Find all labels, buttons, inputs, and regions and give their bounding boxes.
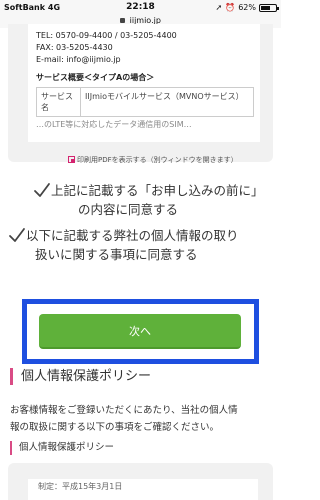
agreement-2[interactable]: 以下に記載する弊社の個人情報の取り 扱いに関する事項に同意する <box>0 226 281 264</box>
checkmark-icon <box>9 228 25 242</box>
battery-percent: 62% <box>238 3 256 12</box>
agreement-1[interactable]: 上記に記載する「お申し込みの前に」 の内容に同意する <box>0 181 281 219</box>
policy-intro-line-1: お客様情報をご登録いただくにあたり、当社の個人情 <box>10 405 238 416</box>
agreement-1-text-2: の内容に同意する <box>78 202 179 217</box>
lock-icon <box>120 18 126 23</box>
tel-line: TEL: 0570-09-4400 / 03-5205-4400 <box>36 31 177 40</box>
policy-heading: 個人情報保護ポリシー <box>10 368 151 385</box>
highlight-frame: 次へ <box>22 299 259 364</box>
policy-card-inner[interactable]: 制定：平成15年3月1日 <box>28 479 258 500</box>
policy-partial-text: 制定：平成15年3月1日 <box>38 482 123 491</box>
service-table: サービス名 IIJmioモバイルサービス（MVNOサービス） <box>36 87 254 117</box>
print-pdf-label: 印刷用PDFを表示する（別ウィンドウを開きます） <box>77 156 238 164</box>
cut-off-text: …のLTE等に対応したデータ通信用のSIM… <box>36 120 192 129</box>
table-cell-value: IIJmioモバイルサービス（MVNOサービス） <box>80 87 254 117</box>
table-cell-label: サービス名 <box>36 87 81 117</box>
print-pdf-link[interactable]: 印刷用PDFを表示する（別ウィンドウを開きます） <box>68 155 238 165</box>
policy-card: 制定：平成15年3月1日 <box>8 463 273 500</box>
contact-card: TEL: 0570-09-4400 / 03-5205-4400 FAX: 03… <box>8 24 273 165</box>
agreement-1-text-1: 上記に記載する「お申し込みの前に」 <box>51 183 264 198</box>
status-icons: ➚ ⏰ 62% <box>215 3 279 12</box>
agreement-1-line-1: 上記に記載する「お申し込みの前に」 <box>0 181 281 200</box>
policy-intro: お客様情報をご登録いただくにあたり、当社の個人情 報の取扱に関する以下の事項をご… <box>10 402 275 436</box>
service-overview-title: サービス概要＜タイプAの場合＞ <box>36 73 155 82</box>
fax-line: FAX: 03-5205-4430 <box>36 43 113 52</box>
agreement-2-text-2: 扱いに関する事項に同意する <box>35 247 198 262</box>
policy-intro-line-2: 報の取扱に関する以下の事項をご確認ください。 <box>10 422 220 433</box>
battery-icon <box>259 3 279 12</box>
table-row: サービス名 IIJmioモバイルサービス（MVNOサービス） <box>36 87 254 117</box>
agreement-2-line-1: 以下に記載する弊社の個人情報の取り <box>0 226 281 245</box>
location-icon: ➚ <box>215 3 223 12</box>
agreement-2-text-1: 以下に記載する弊社の個人情報の取り <box>26 228 239 243</box>
email-line: E-mail: info@iijmio.jp <box>36 55 121 64</box>
alarm-icon: ⏰ <box>225 3 236 12</box>
checkmark-icon <box>34 183 50 197</box>
print-icon <box>68 156 75 163</box>
policy-sub-heading: 個人情報保護ポリシー <box>10 441 114 455</box>
contact-card-inner[interactable]: TEL: 0570-09-4400 / 03-5205-4400 FAX: 03… <box>28 24 260 142</box>
next-button[interactable]: 次へ <box>39 314 241 349</box>
